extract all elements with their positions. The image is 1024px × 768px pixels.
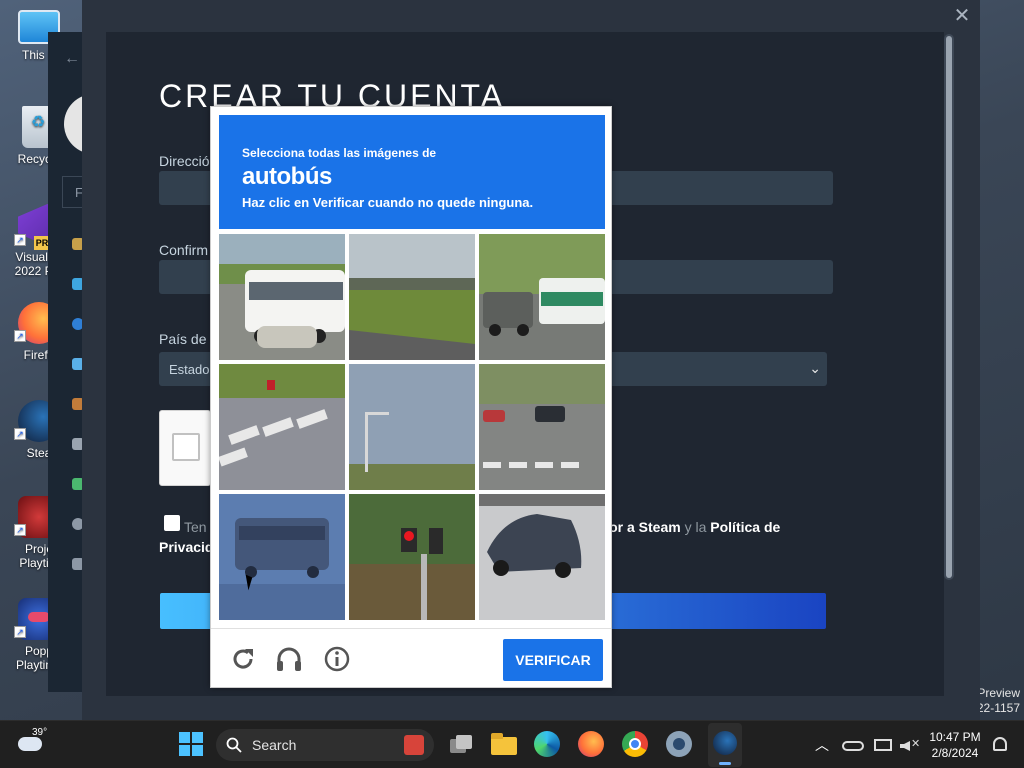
country-select-value: Estado [169,362,210,377]
notification-bell-icon[interactable] [986,731,1014,759]
windows-start-icon[interactable] [178,731,206,759]
chevron-down-icon: ⌄ [809,360,821,376]
info-icon[interactable] [323,645,351,673]
tile-parked-car[interactable] [479,494,605,620]
onedrive-offline-icon[interactable] [840,731,868,759]
edge-icon[interactable] [534,731,562,759]
tile-intersection-cars[interactable] [479,364,605,490]
agree-conjunction: y la [680,519,711,535]
shortcut-arrow-icon: ↗ [14,524,26,536]
watermark-line2: 22-1157 [976,701,1020,715]
email-label: Direcció [159,153,210,169]
shortcut-arrow-icon: ↗ [14,428,26,440]
shortcut-arrow-icon: ↗ [14,330,26,342]
tile-bus-green-truck[interactable] [479,234,605,360]
shortcut-arrow-icon: ↗ [14,626,26,638]
steam-taskbar-icon[interactable] [708,723,742,767]
system-clock[interactable]: 10:47 PM 2/8/2024 [922,729,988,761]
tile-traffic-light[interactable] [349,494,475,620]
search-icon [226,737,242,753]
search-placeholder: Search [252,737,297,753]
tile-overpass-road[interactable] [349,234,475,360]
headphones-icon[interactable] [275,645,303,673]
captcha-header: Selecciona todas las imágenes de autobús… [219,115,605,229]
captcha-hint: Haz clic en Verificar cuando no quede ni… [242,195,534,210]
weather-widget[interactable]: 39° [16,727,47,759]
tile-bus-white[interactable] [219,234,345,360]
clock-date: 2/8/2024 [931,746,979,760]
file-explorer-icon[interactable] [490,731,518,759]
network-icon[interactable] [870,731,898,759]
back-arrow-icon[interactable]: ← [64,50,80,68]
taskbar: 39° Search ︿ ✕ 10:47 PM 2/8/2024 [0,720,1024,768]
firefox-taskbar-icon[interactable] [578,731,606,759]
agree-text-end: iptor a Steam y la Política de [592,519,780,535]
privacy-policy-link[interactable]: Política de [710,519,780,535]
confirm-email-label: Confirm [159,242,209,258]
weather-temp: 39° [32,727,48,738]
captcha-target: autobús [242,163,332,190]
tile-crosswalk[interactable] [219,364,345,490]
recaptcha-widget [159,410,211,486]
agree-text-start: Ten [184,519,207,535]
privacy-policy-link-cont[interactable]: Privacid [159,539,213,555]
reload-icon[interactable] [229,645,257,673]
task-view-icon[interactable] [446,731,474,759]
tile-streetlight-sky[interactable] [349,364,475,490]
scrollbar-thumb[interactable] [946,36,952,578]
captcha-image-grid [219,234,605,622]
close-icon[interactable]: ✕ [950,4,974,28]
captcha-footer: VERIFICAR [211,628,611,688]
taskbar-search[interactable]: Search [216,729,434,761]
captcha-instruction: Selecciona todas las imágenes de [242,146,437,160]
cloud-icon [18,737,42,751]
clock-time: 10:47 PM [929,730,981,744]
verify-button[interactable]: VERIFICAR [503,639,603,681]
chevron-up-icon[interactable]: ︿ [808,731,836,759]
watermark-line1: Preview [977,686,1020,700]
agree-checkbox[interactable] [164,515,180,531]
recaptcha-checkbox[interactable] [172,433,200,461]
shortcut-arrow-icon: ↗ [14,234,26,246]
volume-muted-icon[interactable]: ✕ [896,731,924,759]
chrome-icon[interactable] [622,731,650,759]
captcha-challenge: Selecciona todas las imágenes de autobús… [210,106,612,688]
settings-gear-icon[interactable] [666,731,694,759]
tile-bus-blue[interactable] [219,494,345,620]
gift-icon [404,735,424,755]
country-label: País de [159,331,207,347]
